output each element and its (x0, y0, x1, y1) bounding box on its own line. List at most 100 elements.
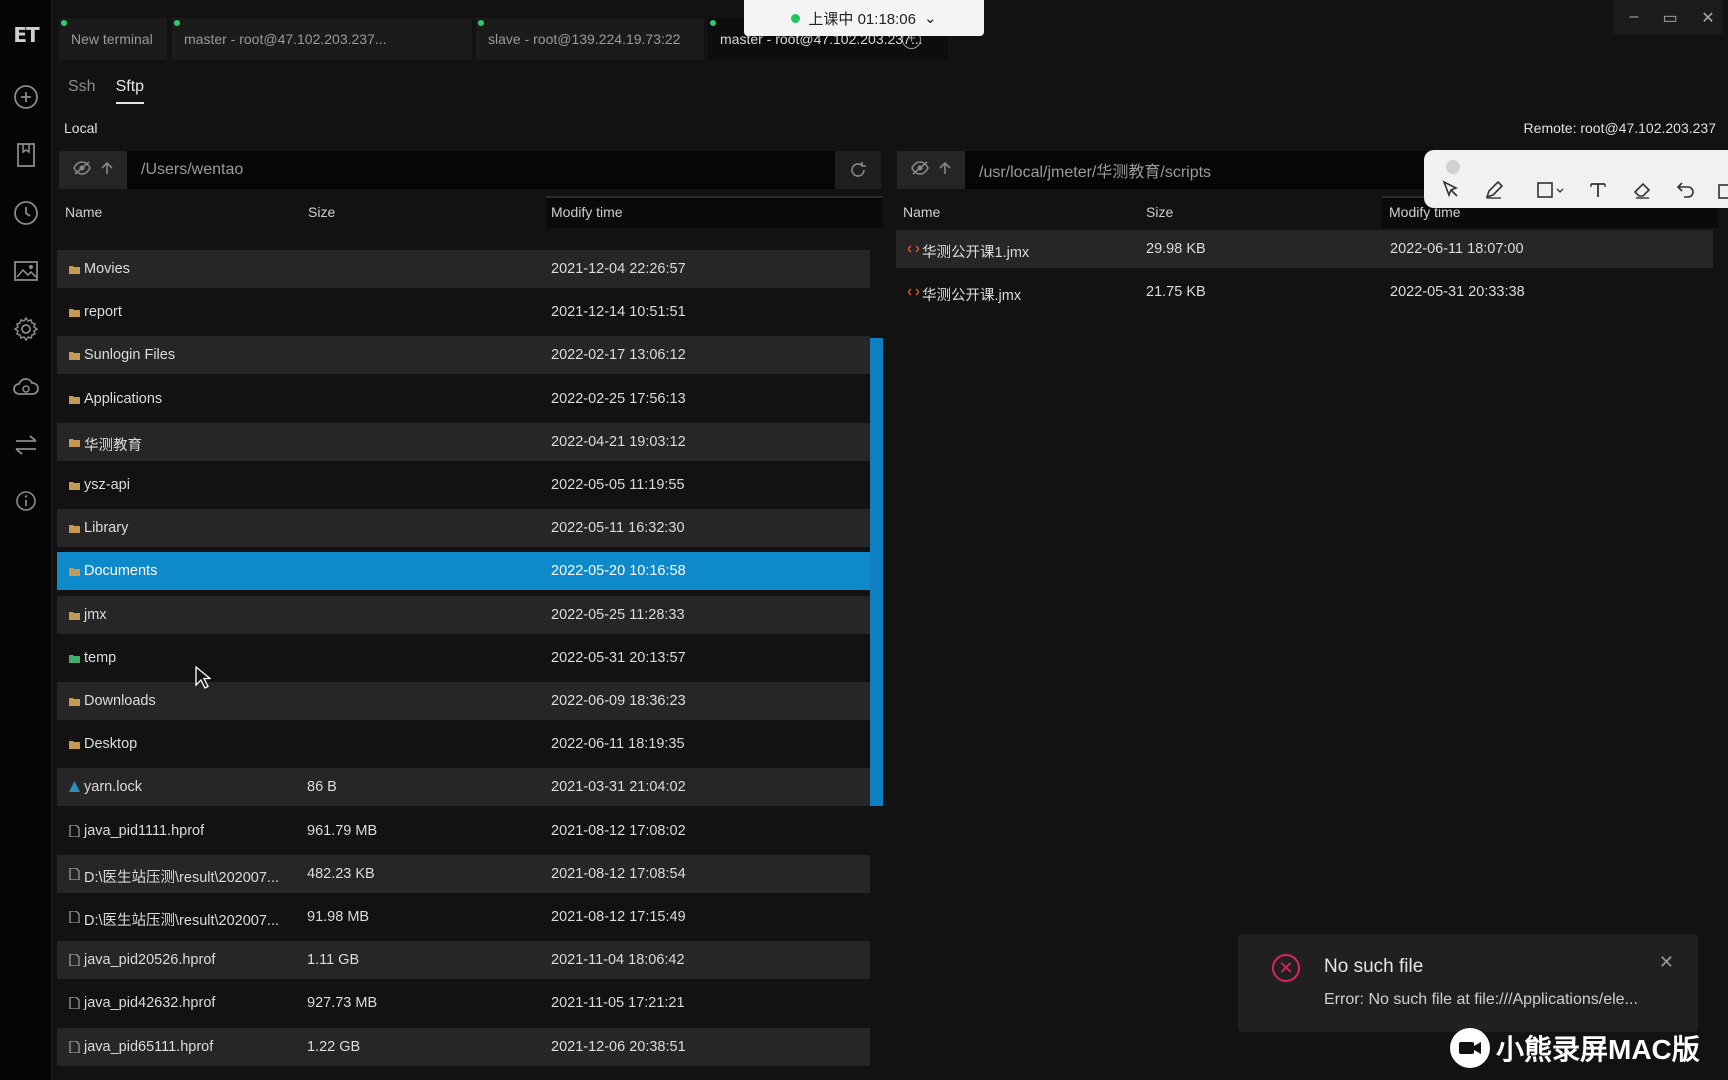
file-row[interactable]: 华测公开课1.jmx 29.98 KB 2022-06-11 18:07:00 (896, 230, 1713, 268)
file-icon (69, 824, 80, 837)
tab-ssh[interactable]: Ssh (68, 78, 96, 104)
file-row[interactable]: Applications 2022-02-25 17:56:13 (57, 380, 870, 418)
file-modified: 2021-03-31 21:04:02 (551, 779, 686, 796)
protocol-tabs: Ssh Sftp (68, 78, 145, 104)
drag-handle[interactable] (1446, 160, 1460, 174)
tab-sftp[interactable]: Sftp (115, 78, 145, 104)
file-modified: 2022-04-21 19:03:12 (551, 433, 686, 450)
col-name[interactable]: Name (903, 204, 940, 220)
file-name: 华测教育 (84, 437, 142, 454)
recording-indicator[interactable]: 上课中 01:18:06 ⌄ (744, 0, 984, 36)
file-name: Documents (84, 563, 158, 580)
file-row[interactable]: java_pid42632.hprof 927.73 MB 2021-11-05 1… (57, 984, 870, 1022)
file-name: java_pid20526.hprof (84, 952, 216, 969)
file-row[interactable]: D:\医生站压测\result\202007... 91.98 MB 2021-08… (57, 898, 870, 936)
file-size: 86 B (307, 779, 337, 796)
file-row[interactable]: Downloads 2022-06-09 18:36:23 (57, 682, 870, 720)
error-icon: ✕ (1272, 954, 1300, 982)
eraser-icon[interactable] (1632, 180, 1654, 202)
bookmark-icon[interactable] (11, 140, 41, 170)
col-size[interactable]: Size (1146, 204, 1173, 220)
file-name: yarn.lock (84, 779, 143, 796)
folder-icon (69, 525, 80, 534)
close-window-button[interactable]: ✕ (1694, 8, 1722, 28)
tab-new-terminal[interactable]: New terminal (59, 18, 167, 60)
col-modified[interactable]: Modify time (551, 204, 623, 220)
yarn-icon (69, 781, 80, 793)
recording-dot (791, 13, 801, 23)
toast-close-button[interactable]: ✕ (1659, 952, 1674, 973)
transfer-icon[interactable] (11, 430, 41, 460)
trash-icon[interactable] (1716, 180, 1728, 202)
status-dot (478, 20, 484, 26)
file-row[interactable]: ysz-api 2022-05-05 11:19:55 (57, 466, 870, 504)
image-icon[interactable] (11, 256, 41, 286)
hide-hidden-icon[interactable] (73, 161, 91, 179)
tab-slave[interactable]: slave - root@139.224.19.73:22 (476, 18, 704, 60)
pen-icon[interactable] (1484, 180, 1506, 202)
folder-icon (69, 482, 80, 490)
file-size: 21.75 KB (1146, 284, 1206, 301)
file-name: report (84, 304, 122, 321)
camera-logo-icon (1450, 1028, 1490, 1068)
file-row[interactable]: java_pid1111.hprof 961.79 MB 2021-08-12 17… (57, 812, 870, 850)
refresh-icon[interactable] (835, 151, 881, 189)
file-modified: 2022-05-31 20:13:57 (551, 649, 686, 666)
file-row[interactable]: Library 2022-05-11 16:32:30 (57, 509, 870, 548)
file-row[interactable]: temp 2022-05-31 20:13:57 (57, 639, 870, 677)
file-modified: 2022-05-11 16:32:30 (551, 520, 685, 537)
parent-dir-icon[interactable] (939, 161, 951, 179)
cloud-sync-icon[interactable] (11, 372, 41, 402)
watermark-text: 小熊录屏MAC版 (1496, 1034, 1700, 1065)
file-row[interactable]: D:\医生站压测\result\202007... 482.23 KB 2021-0… (57, 854, 870, 893)
minimize-button[interactable]: – (1620, 8, 1648, 26)
file-name: Downloads (84, 693, 156, 709)
status-dot (174, 20, 180, 26)
local-path-bar: /Users/wentao (59, 151, 881, 189)
file-icon (69, 954, 80, 967)
folder-icon (69, 266, 80, 274)
gear-icon[interactable] (11, 314, 41, 344)
local-path-tools (59, 151, 127, 189)
file-icon (69, 1040, 80, 1053)
file-row[interactable]: Movies 2021-12-04 22:26:57 (57, 250, 870, 288)
file-modified: 2021-12-04 22:26:57 (551, 261, 686, 277)
chevron-down-icon: ⌄ (923, 10, 937, 27)
file-row[interactable]: Sunlogin Files 2022-02-17 13:06:12 (57, 336, 870, 375)
tab-master-1[interactable]: master - root@47.102.203.237... (172, 18, 472, 60)
plus-circle-icon[interactable] (11, 82, 41, 112)
file-modified: 2021-11-05 17:21:21 (551, 995, 685, 1012)
rectangle-icon[interactable] (1536, 180, 1566, 202)
restore-button[interactable]: ▭ (1656, 8, 1684, 28)
col-size[interactable]: Size (308, 204, 335, 220)
file-row[interactable]: yarn.lock 86 B 2021-03-31 21:04:02 (57, 768, 870, 807)
file-modified: 2021-11-04 18:06:42 (551, 952, 685, 969)
local-scrollbar-thumb[interactable] (870, 338, 883, 806)
file-row[interactable]: java_pid65111.hprof 1.22 GB 2021-12-06 20:… (57, 1027, 870, 1066)
file-size: 29.98 KB (1146, 241, 1206, 257)
file-row[interactable]: Desktop 2022-06-11 18:19:35 (57, 725, 870, 763)
parent-dir-icon[interactable] (101, 161, 113, 179)
file-row[interactable]: 华测教育 2022-04-21 19:03:12 (57, 422, 870, 461)
tab-label: slave - root@139.224.19.73:22 (488, 31, 681, 47)
file-row[interactable]: report 2021-12-14 10:51:51 (57, 293, 870, 331)
hide-hidden-icon[interactable] (911, 161, 929, 179)
undo-icon[interactable] (1676, 180, 1698, 202)
file-size: 91.98 MB (307, 909, 370, 925)
col-name[interactable]: Name (65, 204, 102, 220)
info-icon[interactable] (11, 486, 41, 516)
history-icon[interactable] (11, 198, 41, 228)
file-name: Applications (84, 390, 163, 407)
file-modified: 2021-12-06 20:38:51 (551, 1038, 686, 1055)
file-row[interactable]: jmx 2022-05-25 11:28:33 (57, 595, 870, 634)
file-row[interactable]: 华测公开课.jmx 21.75 KB 2022-05-31 20:33:38 (896, 273, 1713, 311)
local-path-input[interactable]: /Users/wentao (127, 161, 835, 179)
file-modified: 2022-05-20 10:16:58 (551, 563, 686, 580)
select-arrow-icon[interactable] (1441, 180, 1463, 202)
file-row[interactable]: java_pid20526.hprof 1.11 GB 2021-11-04 18:… (57, 941, 870, 980)
folder-icon (69, 654, 80, 663)
text-icon[interactable] (1588, 180, 1610, 202)
file-row[interactable]: Documents 2022-05-20 10:16:58 (57, 552, 870, 591)
file-modified: 2022-06-11 18:07:00 (1390, 241, 1524, 257)
file-name: ysz-api (84, 477, 130, 493)
